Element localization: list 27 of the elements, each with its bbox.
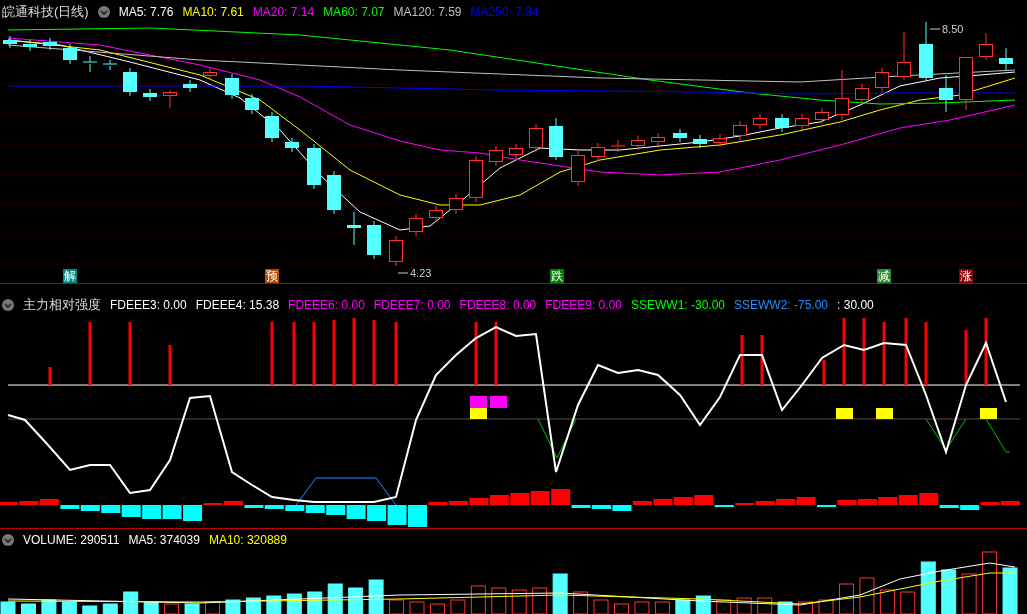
legend-value: MA10: 7.61 [182, 5, 244, 19]
legend-value: FDEEE4: 15.38 [195, 298, 280, 312]
legend-value: FDEEE8: 0.00 [459, 298, 537, 312]
signal-badge: 减 [877, 269, 891, 283]
price-label: 4.23 [397, 267, 432, 279]
chart-title: 皖通科技(日线) [2, 3, 89, 21]
legend-value: FDEEE9: 0.00 [545, 298, 622, 312]
legend-value: MA20: 7.14 [252, 5, 315, 19]
legend-value: MA10: 320889 [208, 533, 287, 547]
legend-value: SSEWW2: -75.00 [734, 298, 829, 312]
price-label: 8.50 [929, 23, 964, 35]
signal-badge: 预 [265, 269, 279, 283]
legend-value: MA250: 7.34 [470, 5, 539, 19]
legend-value: MA5: 374039 [128, 533, 200, 547]
signal-badge: 跌 [550, 269, 564, 283]
legend-value: MA60: 7.07 [323, 5, 385, 19]
legend-value: MA5: 7.76 [118, 5, 174, 19]
legend-value: SSEWW1: -30.00 [631, 298, 725, 312]
signal-badge: 解 [63, 269, 77, 283]
legend-value: MA120: 7.59 [393, 5, 462, 19]
legend-value: FDEEE6: 0.00 [288, 298, 365, 312]
legend-value: : 30.00 [837, 298, 874, 312]
signal-badge: 涨 [959, 269, 973, 283]
chart-title: 主力相对强度 [23, 296, 101, 314]
legend-value: FDEEE3: 0.00 [110, 298, 187, 312]
legend-value: VOLUME: 290511 [23, 533, 120, 547]
legend-value: FDEEE7: 0.00 [373, 298, 451, 312]
